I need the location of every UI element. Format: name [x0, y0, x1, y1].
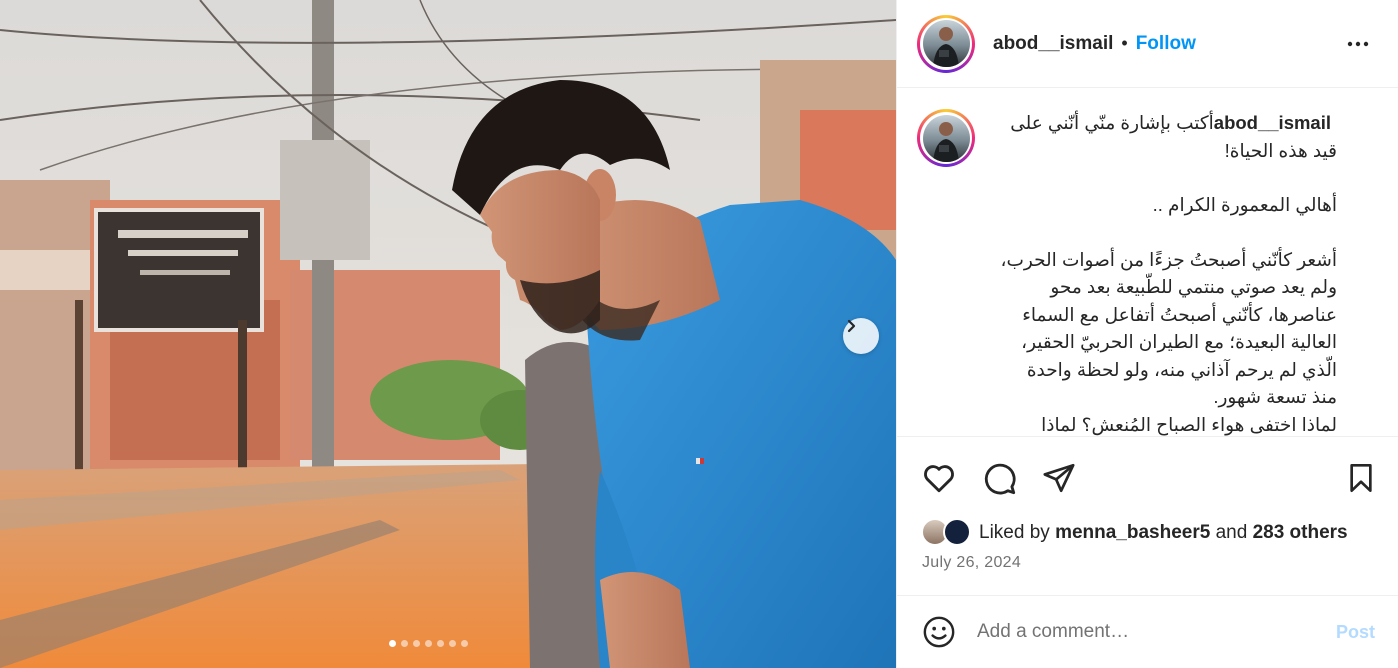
liker-avatar[interactable] [943, 518, 971, 546]
caption-avatar[interactable] [917, 109, 975, 167]
emoji-icon [923, 616, 955, 648]
more-options-icon [1347, 41, 1369, 47]
heart-icon [924, 465, 954, 493]
more-options-button[interactable] [1344, 30, 1372, 58]
carousel-next-button[interactable] [843, 318, 879, 354]
separator-bullet: • [1121, 33, 1128, 53]
avatar-image [922, 20, 970, 67]
carousel-dot [437, 640, 444, 647]
share-icon [1043, 463, 1075, 493]
liker-avatars [921, 518, 973, 548]
likes-summary: Liked by menna_basheer5 and 283 others [921, 518, 1348, 548]
caption-paragraph: abod__ismailأكتب بإشارة منّي أنّني على ق… [997, 109, 1337, 164]
comment-bar: Post [897, 595, 1398, 668]
caption-paragraph: أهالي المعمورة الكرام .. [1152, 194, 1337, 215]
carousel-dot [449, 640, 456, 647]
caption-username[interactable]: abod__ismail [1214, 112, 1331, 133]
comment-button[interactable] [979, 458, 1019, 498]
carousel-indicator [389, 640, 468, 647]
post-date[interactable]: July 26, 2024 [922, 554, 1021, 572]
likes-and: and [1215, 522, 1248, 543]
likes-text: Liked by menna_basheer5 and 283 others [979, 522, 1348, 544]
share-button[interactable] [1039, 458, 1079, 498]
post-media[interactable] [0, 0, 896, 668]
emoji-button[interactable] [921, 614, 957, 650]
avatar[interactable] [917, 14, 975, 73]
post-header: abod__ismail • Follow [897, 0, 1398, 88]
avatar-image [922, 114, 970, 162]
carousel-dot [461, 640, 468, 647]
like-button[interactable] [919, 458, 959, 498]
post-comment-button[interactable]: Post [1336, 622, 1375, 643]
comment-icon [984, 463, 1016, 495]
carousel-dot [413, 640, 420, 647]
chevron-right-icon [847, 319, 856, 333]
caption-section: abod__ismailأكتب بإشارة منّي أنّني على ق… [897, 89, 1398, 436]
save-button[interactable] [1341, 458, 1381, 498]
post-side-panel: abod__ismail • Follow abod__ismailأكتب ب… [896, 0, 1398, 668]
post-photo [0, 0, 896, 668]
caption-paragraph: أشعر كأنّني أصبحتُ جزءًا من أصوات الحرب،… [1000, 248, 1338, 435]
comment-input[interactable] [977, 621, 1317, 643]
likes-prefix: Liked by [979, 522, 1050, 543]
likes-others-link[interactable]: 283 others [1253, 522, 1348, 543]
carousel-dot [389, 640, 396, 647]
carousel-dot [425, 640, 432, 647]
follow-button[interactable]: Follow [1136, 33, 1196, 55]
bookmark-icon [1350, 464, 1372, 492]
carousel-dot [401, 640, 408, 647]
liker-username[interactable]: menna_basheer5 [1055, 522, 1210, 543]
caption-text: abod__ismailأكتب بإشارة منّي أنّني على ق… [997, 109, 1338, 436]
action-bar [897, 436, 1398, 516]
author-username[interactable]: abod__ismail [993, 33, 1113, 55]
